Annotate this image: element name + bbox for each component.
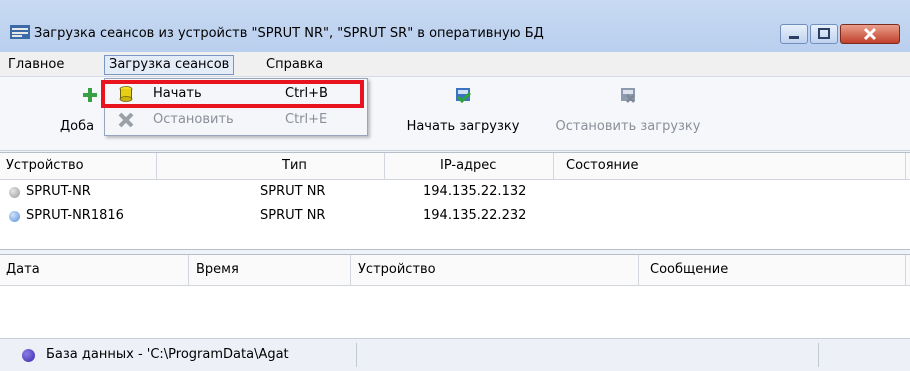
column-header-ip[interactable]: IP-адрес: [440, 158, 496, 173]
title-bar: Загрузка сеансов из устройств "SPRUT NR"…: [0, 0, 910, 53]
column-header-message[interactable]: Сообщение: [650, 262, 728, 277]
log-table-header: Дата Время Устройство Сообщение: [0, 255, 910, 286]
devices-table-header: Устройство Тип IP-адрес Состояние: [0, 153, 910, 180]
menu-item-stop-shortcut: Ctrl+E: [285, 112, 328, 127]
start-load-label: Начать загрузку: [406, 119, 520, 134]
window-title: Загрузка сеансов из устройств "SPRUT NR"…: [34, 26, 544, 41]
app-window: Загрузка сеансов из устройств "SPRUT NR"…: [0, 0, 910, 371]
menu-help[interactable]: Справка: [262, 56, 327, 74]
table-row[interactable]: SPRUT-NR1816 SPRUT NR 194.135.22.232: [0, 204, 910, 228]
stop-load-icon: [621, 88, 635, 103]
menu-load-sessions[interactable]: Загрузка сеансов: [104, 55, 235, 75]
menu-item-stop-label: Остановить: [153, 112, 234, 127]
devices-table: Устройство Тип IP-адрес Состояние SPRUT-…: [0, 152, 910, 250]
start-load-icon: [456, 88, 472, 104]
column-header-type[interactable]: Тип: [282, 158, 307, 173]
column-header-state[interactable]: Состояние: [566, 158, 638, 173]
column-header-device[interactable]: Устройство: [358, 262, 436, 277]
minimize-button[interactable]: [780, 24, 808, 44]
stop-load-button[interactable]: Остановить загрузку: [548, 85, 708, 134]
table-row[interactable]: SPRUT-NR SPRUT NR 194.135.22.132: [0, 180, 910, 204]
log-table: Дата Время Устройство Сообщение: [0, 254, 910, 339]
maximize-button[interactable]: [810, 24, 838, 44]
cell-type: SPRUT NR: [260, 208, 326, 223]
maximize-icon: [818, 28, 830, 39]
menu-main[interactable]: Главное: [4, 56, 68, 74]
menu-item-stop[interactable]: Остановить Ctrl+E: [105, 107, 367, 133]
cell-ip: 194.135.22.132: [423, 184, 527, 199]
menu-bar: Главное Загрузка сеансов Справка: [0, 52, 910, 77]
highlight-box: [101, 80, 364, 108]
status-bar: База данных - 'C:\ProgramData\Agat: [0, 338, 910, 371]
app-icon: [10, 25, 30, 39]
column-header-device[interactable]: Устройство: [6, 158, 84, 173]
cell-type: SPRUT NR: [260, 184, 326, 199]
close-icon: [863, 27, 877, 41]
close-button[interactable]: [840, 24, 900, 44]
start-load-button[interactable]: Начать загрузку: [398, 85, 528, 134]
stop-icon: [118, 112, 134, 128]
stop-load-label: Остановить загрузку: [555, 119, 701, 134]
minimize-icon: [789, 36, 799, 39]
status-dot-icon: [9, 211, 20, 222]
status-dot-icon: [9, 187, 20, 198]
column-header-date[interactable]: Дата: [6, 262, 40, 277]
column-header-time[interactable]: Время: [196, 262, 239, 277]
cell-ip: 194.135.22.232: [423, 208, 527, 223]
database-path: База данных - 'C:\ProgramData\Agat: [46, 347, 289, 362]
database-status-icon: [22, 349, 35, 362]
add-icon: [83, 88, 97, 102]
cell-device: SPRUT-NR: [26, 184, 91, 199]
cell-device: SPRUT-NR1816: [26, 208, 124, 223]
